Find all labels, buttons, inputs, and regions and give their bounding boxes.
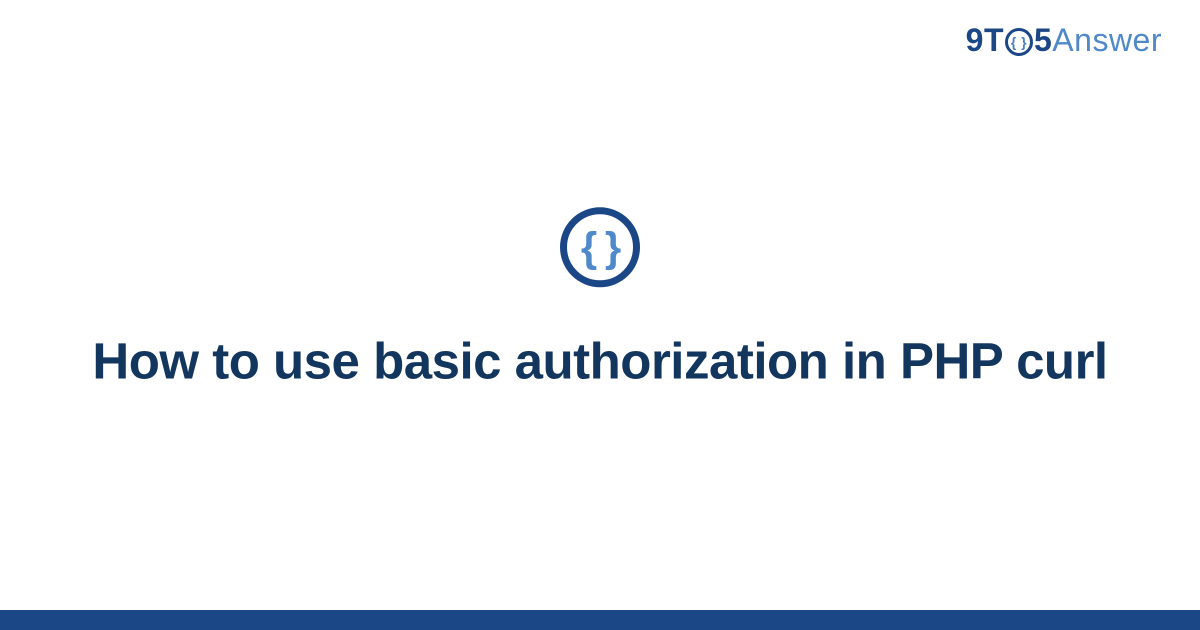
- page-title: How to use basic authorization in PHP cu…: [60, 329, 1140, 393]
- logo-text-answer: Answer: [1052, 22, 1162, 59]
- logo-braces-inner: { }: [1011, 35, 1027, 49]
- code-braces-icon: { }: [560, 207, 640, 287]
- site-logo: 9T { } 5 Answer: [966, 22, 1162, 59]
- logo-text-9t: 9T: [966, 22, 1004, 59]
- bottom-accent-bar: [0, 610, 1200, 630]
- braces-glyph: { }: [581, 226, 619, 268]
- logo-text-5: 5: [1034, 22, 1052, 59]
- main-content: { } How to use basic authorization in PH…: [0, 207, 1200, 393]
- logo-braces-icon: { }: [1005, 28, 1033, 56]
